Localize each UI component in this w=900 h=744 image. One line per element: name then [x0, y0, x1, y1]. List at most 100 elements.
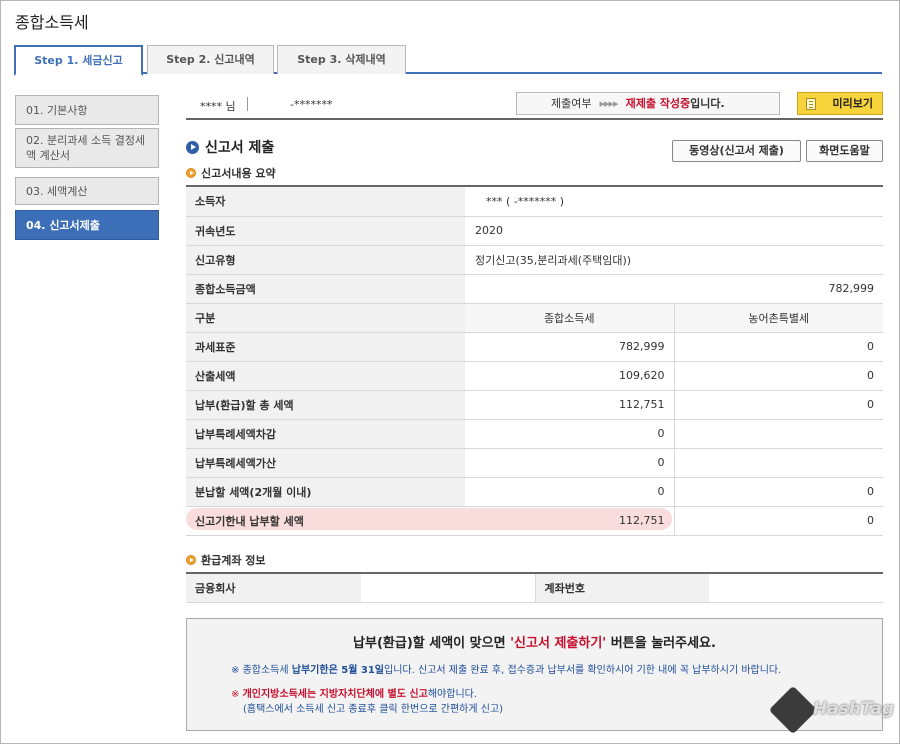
notice-line-deadline: ※ 종합소득세 납부기한은 5월 31일입니다. 신고서 제출 완료 후, 접수… [231, 661, 781, 676]
table-row: 납부(환급)할 총 세액 112,751 0 [186, 390, 883, 420]
page-title: 종합소득세 [15, 13, 89, 32]
sidebar-item-basic[interactable]: 01. 기본사항 [15, 95, 159, 125]
row-col2: 0 [673, 506, 883, 536]
table-row: 납부특례세액가산 0 [186, 448, 883, 478]
table-row: 과세표준 782,999 0 [186, 332, 883, 362]
table-header-row: 구분 종합소득세 농어촌특별세 [186, 303, 883, 333]
row-label: 소득자 [186, 186, 465, 217]
notice-main: 납부(환급)할 세액이 맞으면 '신고서 제출하기' 버튼을 눌러주세요. [187, 632, 882, 651]
notice-line-hint: (홈택스에서 소득세 신고 종료후 클릭 한번으로 간편하게 신고) [243, 704, 504, 715]
summary-title-text: 신고서내용 요약 [201, 167, 276, 180]
section-title-text: 신고서 제출 [205, 140, 275, 156]
summary-title: 신고서내용 요약 [186, 165, 276, 181]
notice-main-button-name: '신고서 제출하기' [510, 636, 607, 651]
table-row: 분납할 세액(2개월 이내) 0 0 [186, 477, 883, 507]
submission-status: 제출여부 ▸▸▸▸ 재제출 작성중입니다. [516, 92, 780, 115]
step-tabs: Step 1. 세금신고 Step 2. 신고내역 Step 3. 삭제내역 [14, 45, 882, 76]
row-label: 과세표준 [186, 332, 465, 362]
notice-line-local-tax: ※ 개인지방소득세는 지방자치단체에 별도 신고해야합니다. [231, 685, 477, 700]
row-label: 납부(환급)할 총 세액 [186, 390, 465, 420]
row-label: 종합소득금액 [186, 274, 465, 304]
row-col2: 0 [673, 390, 883, 420]
row-label: 납부특례세액차감 [186, 419, 465, 449]
bank-label: 금융회사 [186, 573, 361, 603]
arrow-icon: ▸▸▸▸ [599, 97, 618, 110]
bullet-icon [186, 555, 196, 565]
notice-line1-b: 납부기한은 5월 31일 [291, 665, 385, 676]
row-col1: 112,751 [465, 390, 674, 420]
preview-label: 미리보기 [832, 97, 873, 110]
notice-line1-c: 입니다. 신고서 제출 완료 후, 접수증과 납부서를 확인하시어 기한 내에 … [384, 665, 782, 676]
row-col1: 782,999 [465, 332, 674, 362]
summary-table: 소득자 *** ( -******* ) 귀속년도 2020 신고유형 정기신고… [186, 185, 883, 536]
row-value: 정기신고(35,분리과세(주택임대)) [465, 245, 883, 275]
row-label: 산출세액 [186, 361, 465, 391]
table-row: 종합소득금액 782,999 [186, 274, 883, 304]
refund-table: 금융회사 계좌번호 [186, 572, 883, 603]
watermark-text: HashTag [813, 699, 895, 719]
row-col1: 109,620 [465, 361, 674, 391]
notice-line2-b: 지방자치단체에 별도 신고 [319, 689, 428, 700]
table-row: 산출세액 109,620 0 [186, 361, 883, 391]
notice-line2-c: 해야합니다. [427, 689, 478, 700]
bullet-icon [186, 168, 196, 178]
note-star-icon: ※ [231, 689, 240, 700]
tab-step2[interactable]: Step 2. 신고내역 [147, 45, 274, 74]
bank-value [361, 573, 535, 603]
row-label: 납부특례세액가산 [186, 448, 465, 478]
refund-title: 환급계좌 정보 [186, 552, 266, 568]
row-col2 [673, 419, 883, 449]
row-value: *** ( -******* ) [465, 186, 883, 217]
notice-main-prefix: 납부(환급)할 세액이 맞으면 [353, 636, 511, 651]
table-row: 소득자 *** ( -******* ) [186, 186, 883, 217]
row-col2: 0 [673, 332, 883, 362]
hashtag-watermark: HashTag [768, 685, 895, 738]
taxpayer-name: **** 님 [200, 100, 236, 113]
preview-button[interactable]: 미리보기 [797, 92, 883, 115]
cube-logo-icon [768, 685, 818, 735]
video-button[interactable]: 동영상(신고서 제출) [672, 140, 801, 162]
tab-step3[interactable]: Step 3. 삭제내역 [277, 45, 406, 74]
row-value: 782,999 [465, 274, 883, 304]
note-star-icon: ※ [231, 665, 240, 676]
header-label: 구분 [186, 303, 465, 333]
status-value-suffix: 입니다. [690, 97, 725, 110]
row-label: 신고유형 [186, 245, 465, 275]
row-col1: 112,751 [465, 506, 674, 536]
help-button[interactable]: 화면도움말 [806, 140, 883, 162]
row-label: 귀속년도 [186, 216, 465, 246]
header-col2: 농어촌특별세 [673, 303, 883, 333]
table-row: 금융회사 계좌번호 [186, 573, 883, 603]
row-col2: 0 [673, 361, 883, 391]
row-col2: 0 [673, 477, 883, 507]
sidebar-item-submit[interactable]: 04. 신고서제출 [15, 210, 159, 240]
section-title: 신고서 제출 [186, 137, 274, 157]
table-row: 납부특례세액차감 0 [186, 419, 883, 449]
status-label: 제출여부 [551, 97, 592, 110]
account-value [709, 573, 883, 603]
row-value: 2020 [465, 216, 883, 246]
taxpayer-id: -******* [290, 98, 333, 111]
row-label: 분납할 세액(2개월 이내) [186, 477, 465, 507]
table-row: 귀속년도 2020 [186, 216, 883, 246]
table-row-due: 신고기한내 납부할 세액 112,751 0 [186, 506, 883, 536]
header-col1: 종합소득세 [465, 303, 674, 333]
notice-line2-a: 개인지방소득세는 [242, 689, 320, 700]
sidebar-item-tax-calc[interactable]: 03. 세액계산 [15, 177, 159, 205]
account-label: 계좌번호 [534, 573, 709, 603]
document-icon [806, 98, 816, 110]
row-col1: 0 [465, 448, 674, 478]
row-label: 신고기한내 납부할 세액 [186, 506, 465, 536]
arrow-circle-icon [186, 141, 199, 154]
notice-main-suffix: 버튼을 눌러주세요. [606, 636, 716, 651]
status-value: 재제출 작성중 [625, 97, 691, 110]
row-col2 [673, 448, 883, 478]
row-col1: 0 [465, 477, 674, 507]
tab-step1[interactable]: Step 1. 세금신고 [14, 45, 143, 76]
taxpayer-info-bar: **** 님 -******* 제출여부 ▸▸▸▸ 재제출 작성중입니다. 미리보기 [186, 92, 883, 120]
refund-title-text: 환급계좌 정보 [201, 554, 266, 567]
table-row: 신고유형 정기신고(35,분리과세(주택임대)) [186, 245, 883, 275]
notice-line1-a: 종합소득세 [242, 665, 292, 676]
row-col1: 0 [465, 419, 674, 449]
sidebar-item-separate-tax[interactable]: 02. 분리과세 소득 결정세액 계산서 [15, 128, 159, 168]
